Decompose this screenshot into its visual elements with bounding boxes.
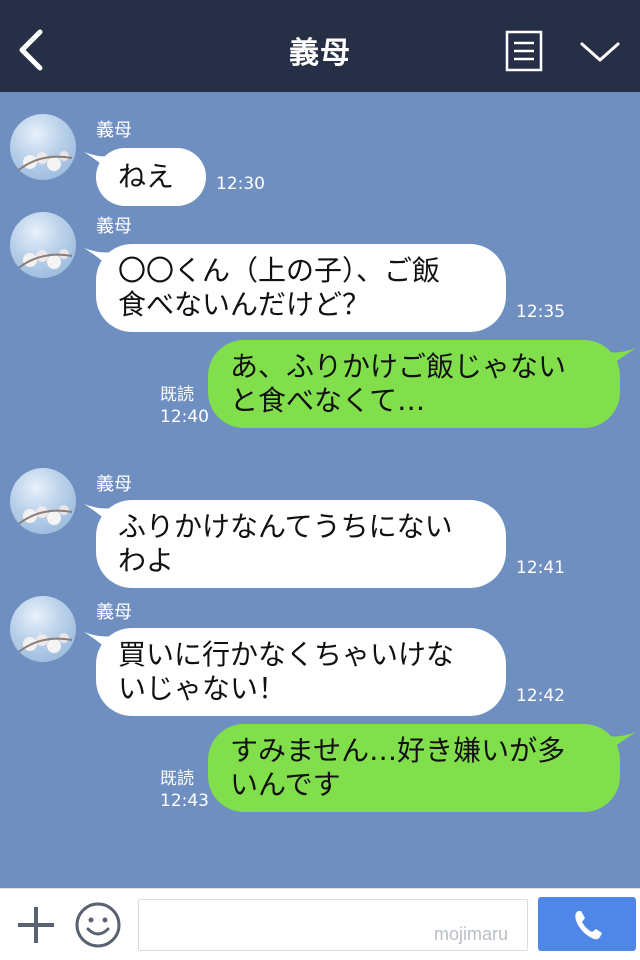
read-receipt: 既読 12:40 bbox=[160, 384, 209, 428]
list-menu-icon bbox=[505, 30, 543, 72]
message-time: 12:35 bbox=[516, 302, 565, 322]
message-time: 12:42 bbox=[516, 686, 565, 706]
sender-name: 義母 bbox=[96, 120, 132, 141]
read-label: 既読 bbox=[160, 385, 194, 405]
message-bubble[interactable]: ふりかけなんてうちにない わよ bbox=[96, 500, 506, 588]
message-time: 12:41 bbox=[516, 558, 565, 578]
call-button[interactable] bbox=[538, 897, 636, 951]
message-bubble[interactable]: すみません…好き嫌いが多 いんです bbox=[208, 724, 620, 812]
message-composer bbox=[0, 888, 640, 960]
avatar[interactable] bbox=[10, 596, 76, 662]
bubble-tail bbox=[606, 732, 636, 752]
avatar[interactable] bbox=[10, 212, 76, 278]
message-bubble[interactable]: ねえ bbox=[96, 148, 206, 206]
avatar[interactable] bbox=[10, 114, 76, 180]
watermark: mojimaru bbox=[434, 924, 509, 944]
sender-name: 義母 bbox=[96, 602, 132, 623]
avatar[interactable] bbox=[10, 468, 76, 534]
message-bubble[interactable]: 買いに行かなくちゃいけな いじゃない！ bbox=[96, 628, 506, 716]
chat-title: 義母 bbox=[289, 36, 351, 71]
emoji-button[interactable] bbox=[74, 901, 122, 949]
bubble-tail bbox=[606, 348, 636, 368]
plus-icon bbox=[18, 907, 54, 943]
add-button[interactable] bbox=[14, 901, 58, 949]
cherry-blossom-avatar-icon bbox=[15, 505, 73, 527]
read-receipt: 既読 12:43 bbox=[160, 768, 209, 812]
chevron-down-icon bbox=[580, 42, 620, 62]
sender-name: 義母 bbox=[96, 474, 132, 495]
message-bubble[interactable]: 〇〇くん（上の子）、ご飯 食べないんだけど？ bbox=[96, 244, 506, 332]
chat-header: 義母 bbox=[0, 0, 640, 92]
message-time: 12:40 bbox=[160, 407, 209, 427]
smiley-icon bbox=[75, 902, 121, 948]
message-time: 12:43 bbox=[160, 791, 209, 811]
sender-name: 義母 bbox=[96, 216, 132, 237]
cherry-blossom-avatar-icon bbox=[15, 249, 73, 271]
read-label: 既読 bbox=[160, 769, 194, 789]
collapse-button[interactable] bbox=[578, 36, 622, 66]
chat-area[interactable]: 義母 ねえ 12:30 義母 〇〇くん（上の子）、ご飯 食べないんだけど？ 12… bbox=[0, 92, 640, 888]
message-bubble[interactable]: あ、ふりかけご飯じゃない と食べなくて… bbox=[208, 340, 620, 428]
phone-icon bbox=[575, 911, 602, 940]
cherry-blossom-avatar-icon bbox=[15, 633, 73, 655]
message-time: 12:30 bbox=[216, 174, 265, 194]
cherry-blossom-avatar-icon bbox=[15, 151, 73, 173]
menu-button[interactable] bbox=[504, 30, 544, 72]
